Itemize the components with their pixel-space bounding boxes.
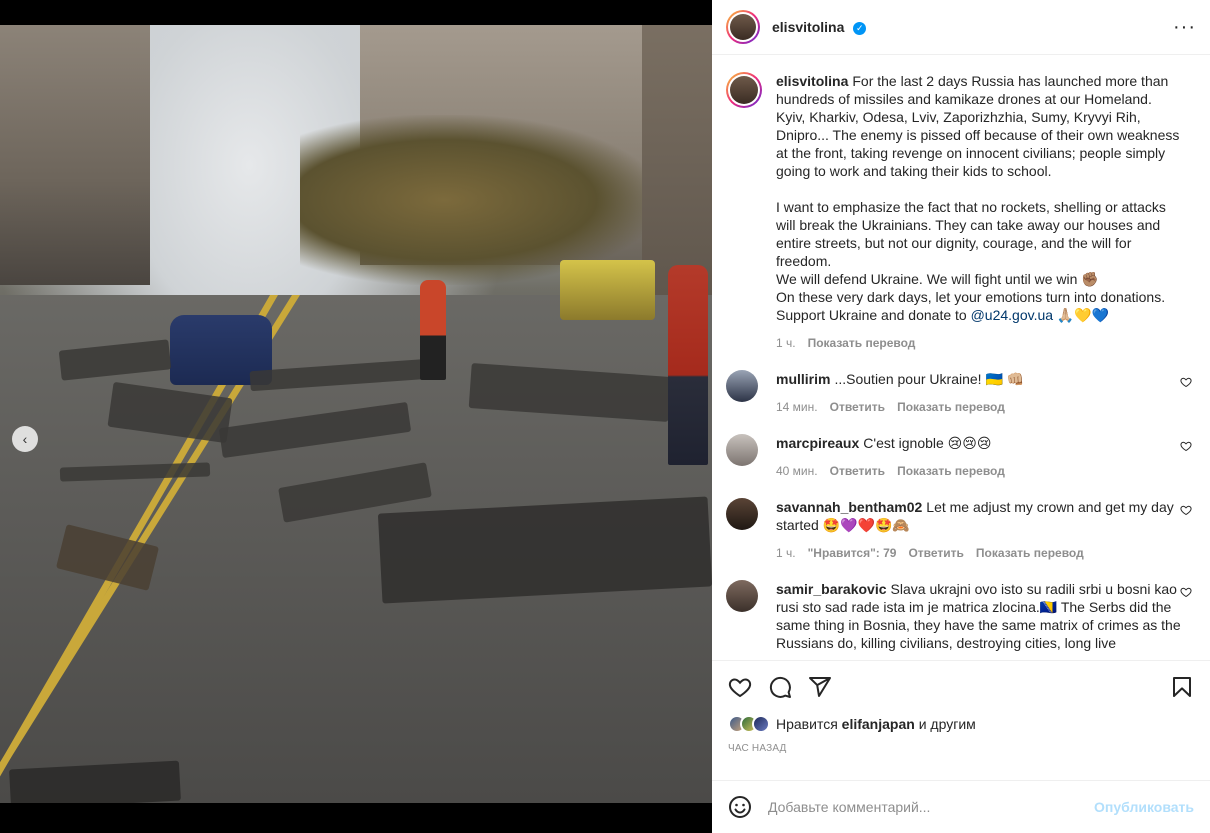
comment-username[interactable]: marcpireaux [776,435,859,451]
emoji-icon[interactable] [728,795,752,819]
translate-button[interactable]: Показать перевод [976,544,1084,562]
heart-icon[interactable] [1180,440,1192,452]
reply-button[interactable]: Ответить [830,462,885,480]
comment-item: savannah_bentham02 Let me adjust my crown… [726,498,1196,562]
mention-link[interactable]: @u24.gov.ua [971,307,1053,323]
avatar[interactable] [726,580,758,612]
avatar[interactable] [726,10,760,44]
comment-item: samir_barakovic Slava ukrajni ovo isto su… [726,580,1196,652]
photo-building [0,25,150,285]
comment-icon[interactable] [768,675,792,699]
avatar[interactable] [726,72,762,108]
post-header: elisvitolina ✓ ··· [712,0,1210,55]
comment-item: mullirim ...Soutien pour Ukraine! 🇺🇦 👊🏼 1… [726,370,1196,416]
post-actions: Нравится elifanjapan и другим ЧАС НАЗАД [712,660,1210,800]
share-icon[interactable] [808,675,832,699]
reply-button[interactable]: Ответить [830,398,885,416]
bookmark-icon[interactable] [1170,675,1194,699]
avatar[interactable] [726,434,758,466]
likes-summary[interactable]: Нравится elifanjapan и другим [728,715,1194,733]
likes-suffix: и другим [914,716,976,732]
heart-icon[interactable] [728,675,752,699]
translate-button[interactable]: Показать перевод [897,398,1005,416]
comment-username[interactable]: mullirim [776,371,830,387]
caption-time[interactable]: 1 ч. [776,334,796,352]
comment-username[interactable]: savannah_bentham02 [776,499,922,515]
comment-input[interactable] [768,799,1095,815]
heart-icon[interactable] [1180,586,1192,598]
likes-count[interactable]: "Нравится": 79 [808,544,897,562]
caption-text: For the last 2 days Russia has launched … [776,73,1180,323]
comment-item: marcpireaux C'est ignoble 😢😢😢 40 мин. Отв… [726,434,1196,480]
avatar[interactable] [726,370,758,402]
photo-vehicle [560,260,655,320]
post-timestamp[interactable]: ЧАС НАЗАД [728,743,1194,754]
likes-prefix: Нравится [776,716,842,732]
add-comment-bar: Опубликовать [712,780,1210,833]
likes-user-link[interactable]: elifanjapan [842,716,915,732]
verified-badge-icon: ✓ [853,21,867,35]
username-link[interactable]: elisvitolina [772,19,844,35]
comments-list[interactable]: elisvitolina For the last 2 days Russia h… [712,56,1210,660]
comment-time[interactable]: 14 мин. [776,398,818,416]
photo-person [420,280,446,380]
photo-person [668,265,708,465]
heart-icon[interactable] [1180,504,1192,516]
publish-button[interactable]: Опубликовать [1094,799,1194,815]
reply-button[interactable]: Ответить [908,544,963,562]
post-caption: elisvitolina For the last 2 days Russia h… [726,72,1196,352]
comment-time[interactable]: 40 мин. [776,462,818,480]
photo-debris [377,496,712,604]
more-horizontal-icon[interactable]: ··· [1173,16,1196,39]
translate-button[interactable]: Показать перевод [897,462,1005,480]
caption-username[interactable]: elisvitolina [776,73,848,89]
avatar[interactable] [726,498,758,530]
comment-text: C'est ignoble 😢😢😢 [863,435,992,451]
header-username[interactable]: elisvitolina ✓ [772,19,867,35]
post-photo: ‹ [0,25,712,803]
translate-button[interactable]: Показать перевод [808,334,916,352]
comment-username[interactable]: samir_barakovic [776,581,887,597]
comment-time[interactable]: 1 ч. [776,544,796,562]
chevron-left-icon: ‹ [22,431,28,447]
avatar [752,715,770,733]
heart-icon[interactable] [1180,376,1192,388]
post-side-panel: elisvitolina ✓ ··· elisvitolina For the l… [712,0,1210,833]
carousel-prev-button[interactable]: ‹ [12,426,38,452]
comment-text: ...Soutien pour Ukraine! 🇺🇦 👊🏼 [834,371,1025,387]
caption-end: 🙏🏼💛💙 [1053,307,1110,323]
